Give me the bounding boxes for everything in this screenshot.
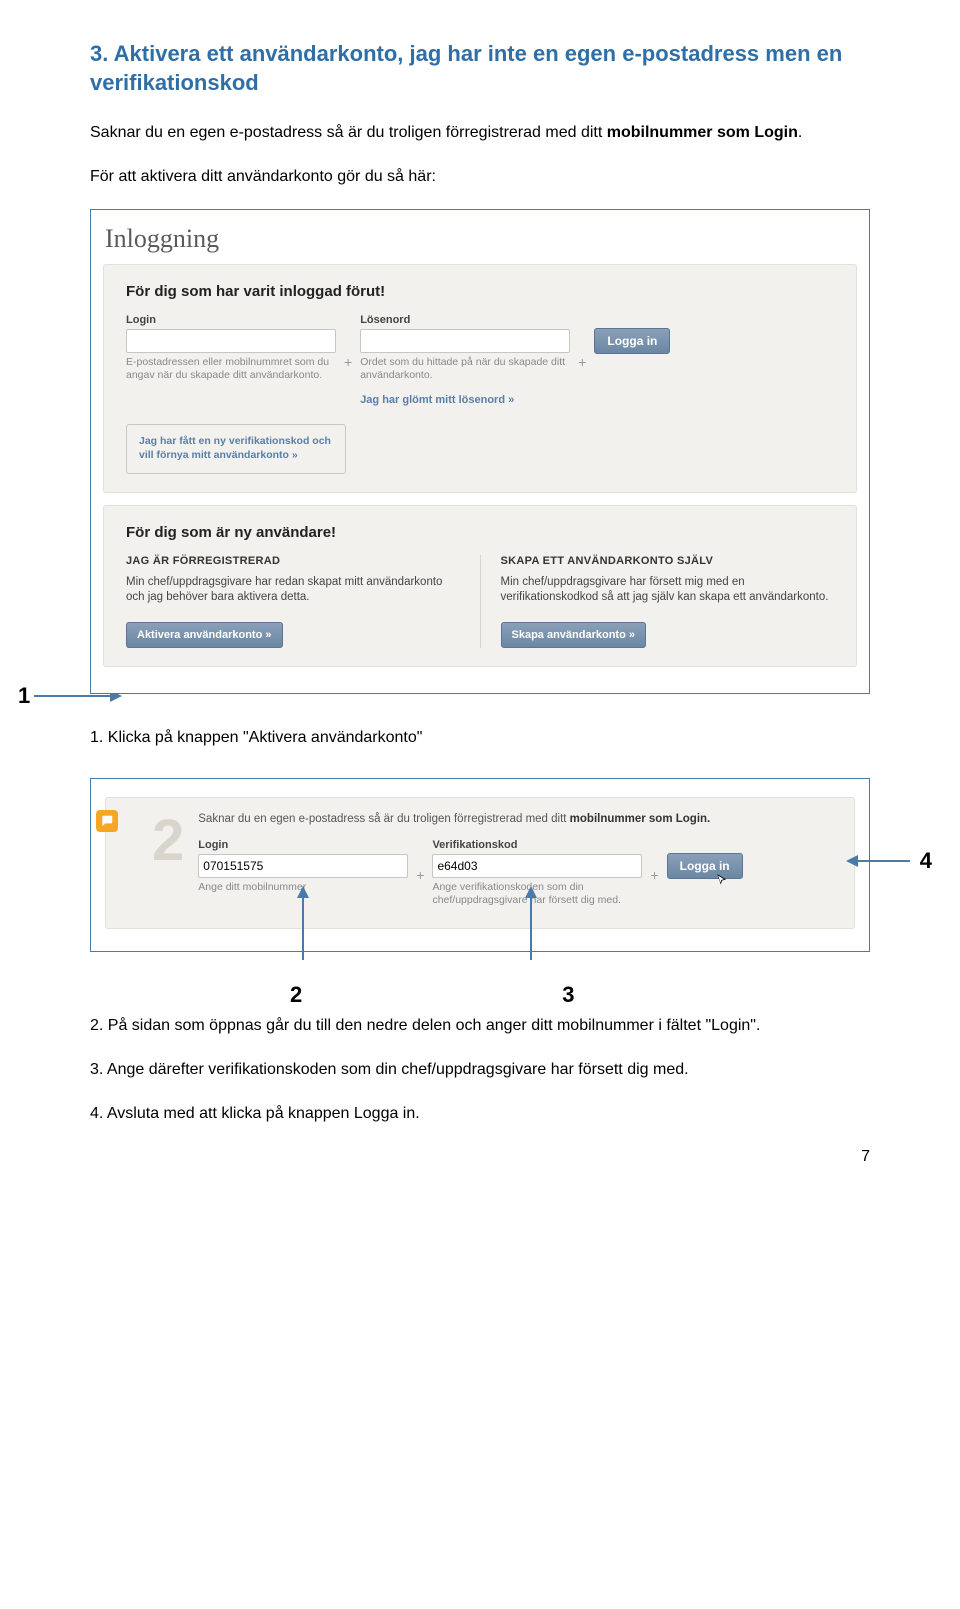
screenshot-login-page: Inloggning För dig som har varit inlogga… bbox=[90, 209, 870, 694]
login-button[interactable]: Logga in bbox=[594, 328, 670, 354]
intro-text-1: Saknar du en egen e-postadress så är du … bbox=[90, 124, 607, 141]
form-intro: Saknar du en egen e-postadress så är du … bbox=[198, 812, 836, 828]
intro-line-2: För att aktivera ditt användarkonto gör … bbox=[90, 165, 870, 189]
login-page-title: Inloggning bbox=[99, 220, 861, 264]
password-hint: Ordet som du hittade på när du skapade d… bbox=[360, 356, 570, 382]
password-input[interactable] bbox=[360, 329, 570, 353]
form-intro-bold: mobilnummer som Login. bbox=[570, 813, 711, 825]
plus-icon: + bbox=[416, 863, 424, 883]
login-hint: E-postadressen eller mobilnummret som du… bbox=[126, 356, 336, 382]
renew-verification-link[interactable]: Jag har fått en ny verifikationskod och … bbox=[126, 424, 346, 473]
callout-2: 2 bbox=[290, 982, 302, 1008]
verification-code-hint: Ange verifikationskoden som din chef/upp… bbox=[432, 881, 642, 907]
speech-bubble-icon bbox=[96, 810, 118, 832]
create-account-button[interactable]: Skapa användarkonto » bbox=[501, 622, 647, 648]
intro-paragraph: Saknar du en egen e-postadress så är du … bbox=[90, 121, 870, 145]
step-3-text: 3. Ange därefter verifikationskoden som … bbox=[90, 1058, 870, 1082]
forgot-password-link[interactable]: Jag har glömt mitt lösenord » bbox=[360, 394, 514, 406]
arrow-4 bbox=[848, 860, 910, 862]
step-1-text: 1. Klicka på knappen "Aktivera användark… bbox=[90, 726, 870, 750]
callout-4: 4 bbox=[920, 848, 932, 874]
verification-code-label: Verifikationskod bbox=[432, 839, 642, 851]
login-input[interactable] bbox=[126, 329, 336, 353]
plus-icon: + bbox=[344, 350, 352, 370]
activation-login-button[interactable]: Logga in bbox=[667, 853, 743, 879]
password-label: Lösenord bbox=[360, 314, 570, 326]
mobile-login-label: Login bbox=[198, 839, 408, 851]
page-heading: 3. Aktivera ett användarkonto, jag har i… bbox=[90, 40, 870, 97]
mobile-login-input[interactable] bbox=[198, 854, 408, 878]
page-number: 7 bbox=[861, 1148, 870, 1166]
activate-account-button[interactable]: Aktivera användarkonto » bbox=[126, 622, 283, 648]
intro-bold: mobilnummer som Login bbox=[607, 124, 798, 141]
login-label: Login bbox=[126, 314, 336, 326]
plus-icon: + bbox=[650, 863, 658, 883]
new-user-box: För dig som är ny användare! JAG ÄR FÖRR… bbox=[103, 505, 857, 667]
preregistered-subhead: JAG ÄR FÖRREGISTRERAD bbox=[126, 555, 460, 567]
cursor-icon bbox=[715, 871, 729, 889]
arrow-2 bbox=[302, 888, 304, 960]
callout-1: 1 bbox=[18, 683, 30, 709]
existing-user-box: För dig som har varit inloggad förut! Lo… bbox=[103, 264, 857, 493]
arrow-3 bbox=[530, 888, 532, 960]
step-2-large-number: 2 bbox=[152, 812, 184, 870]
intro-tail: . bbox=[798, 124, 802, 141]
plus-icon: + bbox=[578, 350, 586, 370]
create-self-subhead: SKAPA ETT ANVÄNDARKONTO SJÄLV bbox=[501, 555, 835, 567]
step-2-text: 2. På sidan som öppnas går du till den n… bbox=[90, 1014, 870, 1038]
create-self-desc: Min chef/uppdragsgivare har försett mig … bbox=[501, 575, 835, 606]
preregistered-desc: Min chef/uppdragsgivare har redan skapat… bbox=[126, 575, 460, 606]
form-intro-text: Saknar du en egen e-postadress så är du … bbox=[198, 813, 569, 825]
screenshot-activation-form: 2 Saknar du en egen e-postadress så är d… bbox=[90, 778, 870, 952]
existing-user-heading: För dig som har varit inloggad förut! bbox=[126, 283, 834, 300]
arrow-1 bbox=[34, 695, 120, 697]
callout-3: 3 bbox=[562, 982, 574, 1008]
new-user-heading: För dig som är ny användare! bbox=[126, 524, 834, 541]
step-4-text: 4. Avsluta med att klicka på knappen Log… bbox=[90, 1102, 870, 1126]
verification-code-input[interactable] bbox=[432, 854, 642, 878]
